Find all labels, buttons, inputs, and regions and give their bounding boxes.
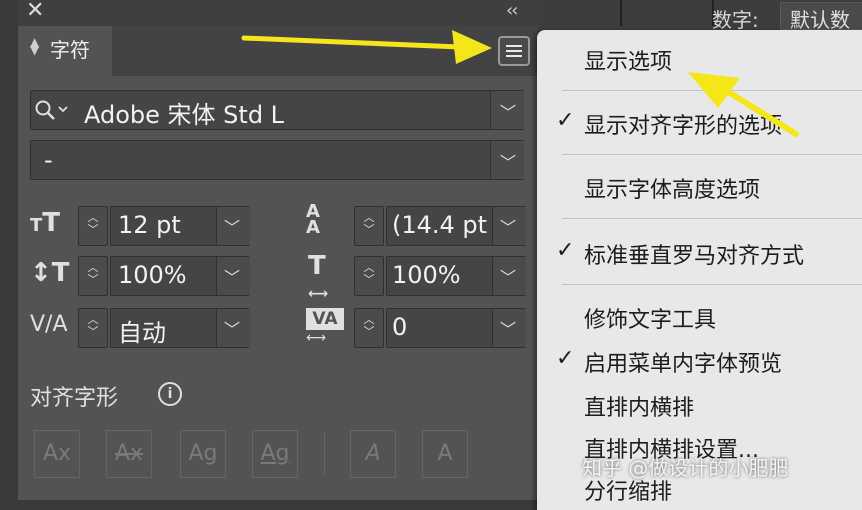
annotation-arrow-head [688,72,740,108]
annotation-arrow-shaft [719,85,799,137]
annotation-arrow-head [452,30,492,64]
annotation-arrows [241,30,799,137]
annotation-arrow-shaft [241,35,463,50]
watermark: 知乎 @做设计的小肥肥 [582,456,789,480]
